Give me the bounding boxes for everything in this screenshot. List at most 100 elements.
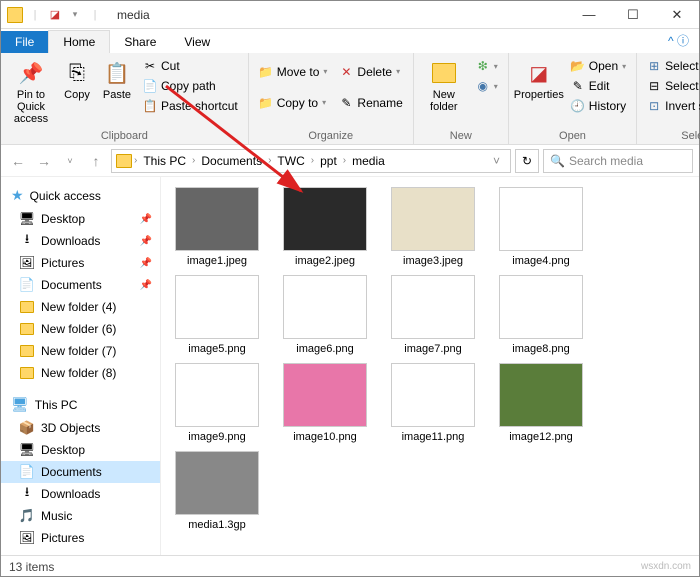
- sidebar-item-label: 3D Objects: [41, 421, 100, 435]
- select-none-button[interactable]: ⊟Select none: [643, 77, 700, 95]
- sidebar-item-icon: 📄: [19, 277, 35, 293]
- new-item-button[interactable]: ❇▾: [472, 57, 502, 75]
- file-item[interactable]: image4.png: [491, 187, 591, 267]
- chevron-down-icon: ▾: [323, 67, 327, 76]
- chevron-right-icon: ›: [134, 155, 137, 166]
- sidebar-item-desktop[interactable]: 🖥Desktop📌: [1, 208, 160, 230]
- paste-button[interactable]: 📋 Paste: [99, 57, 135, 103]
- main-area: ★Quick access 🖥Desktop📌⭳Downloads📌🖼Pictu…: [1, 177, 699, 555]
- properties-qat-icon[interactable]: ◪: [47, 7, 63, 23]
- file-name: image11.png: [402, 431, 465, 443]
- close-button[interactable]: ✕: [655, 1, 699, 29]
- edit-button[interactable]: ✎Edit: [567, 77, 630, 95]
- tab-file[interactable]: File: [1, 31, 48, 53]
- crumb-ppt[interactable]: ppt: [316, 154, 341, 168]
- properties-icon: ◪: [525, 59, 553, 87]
- file-item[interactable]: image7.png: [383, 275, 483, 355]
- group-clipboard: 📌 Pin to Quick access ⎘ Copy 📋 Paste ✂Cu…: [1, 53, 249, 144]
- back-button[interactable]: ←: [7, 150, 29, 172]
- minimize-button[interactable]: —: [567, 1, 611, 29]
- sidebar-item-documents[interactable]: 📄Documents: [1, 461, 160, 483]
- refresh-button[interactable]: ↻: [515, 149, 539, 173]
- sidebar-item-pictures[interactable]: 🖼Pictures: [1, 527, 160, 549]
- sidebar-item-new-folder-6-[interactable]: New folder (6): [1, 318, 160, 340]
- sidebar-item-desktop[interactable]: 🖥Desktop: [1, 439, 160, 461]
- maximize-button[interactable]: ☐: [611, 1, 655, 29]
- copy-to-button[interactable]: 📁Copy to▾: [255, 94, 332, 112]
- address-dropdown[interactable]: ˅: [487, 154, 506, 168]
- file-item[interactable]: image10.png: [275, 363, 375, 443]
- sidebar-item-music[interactable]: 🎵Music: [1, 505, 160, 527]
- forward-button[interactable]: →: [33, 150, 55, 172]
- crumb-documents[interactable]: Documents: [197, 154, 266, 168]
- star-icon: ★: [11, 187, 24, 204]
- qat-dropdown-icon[interactable]: ▾: [67, 7, 83, 23]
- file-item[interactable]: image6.png: [275, 275, 375, 355]
- pc-icon: 🖥: [11, 396, 29, 413]
- quick-access-header[interactable]: ★Quick access: [1, 183, 160, 208]
- rename-button[interactable]: ✎Rename: [335, 94, 406, 112]
- paste-shortcut-button[interactable]: 📋Paste shortcut: [139, 97, 242, 115]
- copy-path-button[interactable]: 📄Copy path: [139, 77, 242, 95]
- file-item[interactable]: image8.png: [491, 275, 591, 355]
- this-pc-header[interactable]: 🖥This PC: [1, 392, 160, 417]
- crumb-thispc[interactable]: This PC: [139, 154, 190, 168]
- file-item[interactable]: media1.3gp: [167, 451, 267, 531]
- copy-path-icon: 📄: [143, 79, 157, 93]
- up-button[interactable]: ↑: [85, 150, 107, 172]
- sidebar-item-icon: 🖥: [19, 211, 35, 227]
- file-item[interactable]: image12.png: [491, 363, 591, 443]
- file-thumbnail: [391, 275, 475, 339]
- move-to-button[interactable]: 📁Move to▾: [255, 63, 332, 81]
- invert-selection-button[interactable]: ⊡Invert selection: [643, 97, 700, 115]
- file-item[interactable]: image2.jpeg: [275, 187, 375, 267]
- address-bar: ← → ˅ ↑ › This PC› Documents› TWC› ppt› …: [1, 145, 699, 177]
- file-name: image12.png: [509, 431, 573, 443]
- tab-share[interactable]: Share: [110, 31, 170, 53]
- breadcrumb[interactable]: › This PC› Documents› TWC› ppt› media ˅: [111, 149, 511, 173]
- crumb-media[interactable]: media: [348, 154, 389, 168]
- sidebar-item-downloads[interactable]: ⭳Downloads: [1, 483, 160, 505]
- open-button[interactable]: 📂Open▾: [567, 57, 630, 75]
- tab-view[interactable]: View: [170, 31, 224, 53]
- copy-button[interactable]: ⎘ Copy: [59, 57, 95, 103]
- file-thumbnail: [499, 187, 583, 251]
- sidebar-item-icon: 🎵: [19, 508, 35, 524]
- sidebar-item-downloads[interactable]: ⭳Downloads📌: [1, 230, 160, 252]
- easy-access-button[interactable]: ◉▾: [472, 77, 502, 95]
- sidebar-item-pictures[interactable]: 🖼Pictures📌: [1, 252, 160, 274]
- sidebar-item-documents[interactable]: 📄Documents📌: [1, 274, 160, 296]
- file-view[interactable]: image1.jpegimage2.jpeg image3.jpeg image4.…: [161, 177, 699, 555]
- sidebar-item-3d-objects[interactable]: 📦3D Objects: [1, 417, 160, 439]
- select-all-button[interactable]: ⊞Select all: [643, 57, 700, 75]
- tab-home[interactable]: Home: [48, 30, 110, 53]
- history-button[interactable]: 🕘History: [567, 97, 630, 115]
- pin-to-quick-access-button[interactable]: 📌 Pin to Quick access: [7, 57, 55, 127]
- navigation-pane: ★Quick access 🖥Desktop📌⭳Downloads📌🖼Pictu…: [1, 177, 161, 555]
- file-item[interactable]: image3.jpeg: [383, 187, 483, 267]
- file-thumbnail: [175, 363, 259, 427]
- folder-icon: [7, 7, 23, 23]
- delete-button[interactable]: ✕Delete▾: [335, 63, 406, 81]
- group-label: Organize: [255, 128, 407, 142]
- new-folder-button[interactable]: New folder: [420, 57, 468, 115]
- file-item[interactable]: image11.png: [383, 363, 483, 443]
- ribbon-help-icon[interactable]: ^ ⓘ: [658, 28, 699, 53]
- sidebar-item-label: New folder (4): [41, 300, 116, 314]
- properties-button[interactable]: ◪ Properties: [515, 57, 563, 103]
- select-none-icon: ⊟: [647, 79, 661, 93]
- group-select: ⊞Select all ⊟Select none ⊡Invert selecti…: [637, 53, 700, 144]
- search-input[interactable]: 🔍 Search media: [543, 149, 693, 173]
- recent-dropdown[interactable]: ˅: [59, 150, 81, 172]
- file-item[interactable]: image9.png: [167, 363, 267, 443]
- file-thumbnail: [499, 275, 583, 339]
- file-item[interactable]: image5.png: [167, 275, 267, 355]
- file-name: image3.jpeg: [403, 255, 463, 267]
- crumb-twc[interactable]: TWC: [273, 154, 308, 168]
- sidebar-item-new-folder-4-[interactable]: New folder (4): [1, 296, 160, 318]
- cut-button[interactable]: ✂Cut: [139, 57, 242, 75]
- group-label: New: [420, 128, 502, 142]
- sidebar-item-new-folder-8-[interactable]: New folder (8): [1, 362, 160, 384]
- file-item[interactable]: image1.jpeg: [167, 187, 267, 267]
- sidebar-item-new-folder-7-[interactable]: New folder (7): [1, 340, 160, 362]
